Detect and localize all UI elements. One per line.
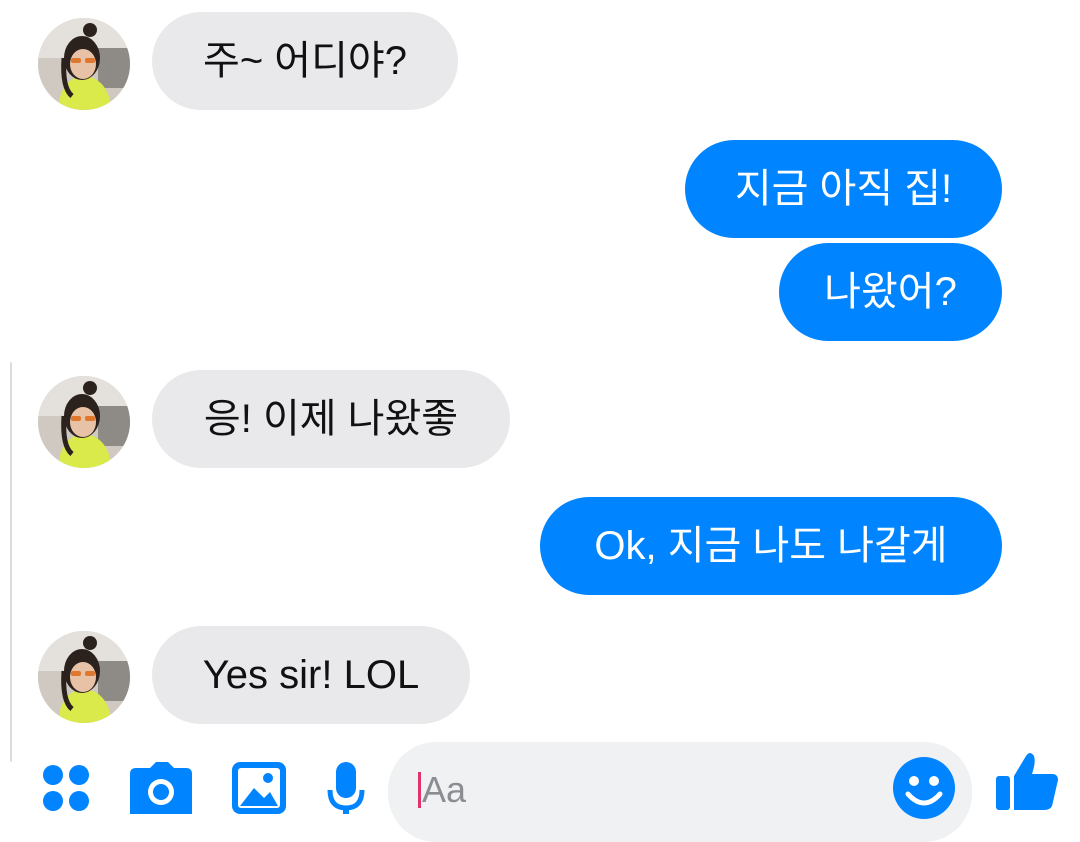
contact-avatar[interactable] bbox=[38, 631, 130, 723]
incoming-message-bubble[interactable]: 응! 이제 나왔좋 bbox=[152, 370, 510, 468]
outgoing-message-bubble[interactable]: 나왔어? bbox=[779, 243, 1002, 341]
message-input-placeholder: Aa bbox=[422, 769, 467, 810]
microphone-icon bbox=[327, 762, 365, 814]
apps-button[interactable] bbox=[40, 762, 92, 819]
camera-button[interactable] bbox=[130, 762, 192, 819]
like-button[interactable] bbox=[996, 752, 1058, 815]
contact-avatar[interactable] bbox=[38, 376, 130, 468]
emoji-icon bbox=[893, 757, 955, 819]
outgoing-message-bubble[interactable]: Ok, 지금 나도 나갈게 bbox=[540, 497, 1002, 595]
contact-avatar[interactable] bbox=[38, 18, 130, 110]
text-cursor bbox=[418, 772, 421, 808]
microphone-button[interactable] bbox=[326, 762, 366, 819]
avatar-photo bbox=[38, 631, 130, 723]
thumbs-up-icon bbox=[996, 753, 1058, 810]
apps-icon bbox=[43, 765, 89, 811]
camera-icon bbox=[130, 762, 192, 814]
avatar-photo bbox=[38, 376, 130, 468]
gallery-icon bbox=[232, 762, 286, 814]
emoji-button[interactable] bbox=[892, 756, 956, 825]
message-input[interactable]: Aa bbox=[388, 742, 972, 842]
gallery-button[interactable] bbox=[232, 762, 286, 819]
incoming-message-bubble[interactable]: 주~ 어디야? bbox=[152, 12, 458, 110]
incoming-message-bubble[interactable]: Yes sir! LOL bbox=[152, 626, 470, 724]
avatar-photo bbox=[38, 18, 130, 110]
message-thread[interactable]: 주~ 어디야? 지금 아직 집! 나왔어? 응! 이제 나왔좋 Ok, 지금 나… bbox=[0, 0, 1080, 740]
outgoing-message-bubble[interactable]: 지금 아직 집! bbox=[685, 140, 1002, 238]
